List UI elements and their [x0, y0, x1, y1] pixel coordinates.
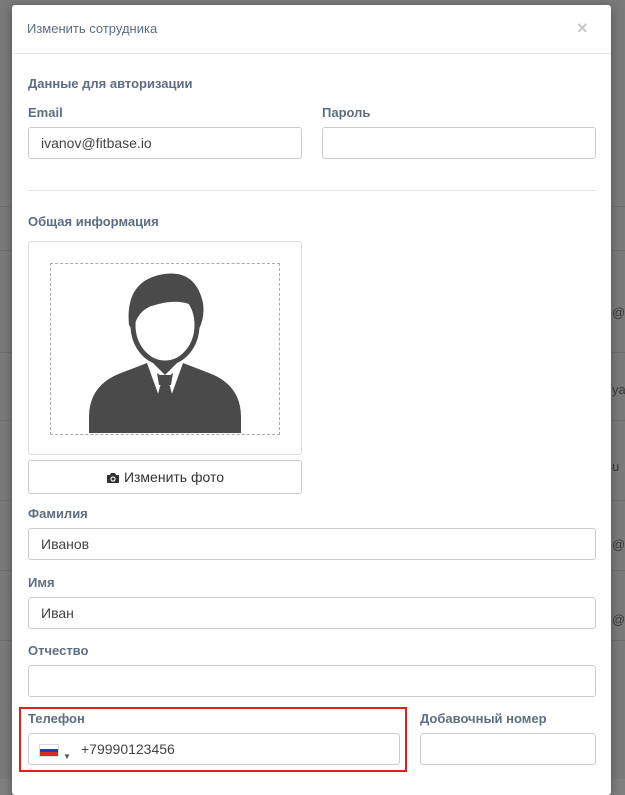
- phone-value: +79990123456: [81, 741, 175, 757]
- auth-section-title: Данные для авторизации: [28, 76, 193, 91]
- patronymic-label: Отчество: [28, 643, 89, 658]
- password-input[interactable]: [322, 127, 596, 159]
- extension-input[interactable]: [420, 733, 596, 765]
- photo-dropzone[interactable]: [50, 263, 280, 435]
- first-name-label: Имя: [28, 575, 55, 590]
- russia-flag-icon[interactable]: [39, 744, 59, 757]
- first-name-input[interactable]: Иван: [28, 597, 596, 629]
- bg-row-text: @g: [612, 537, 625, 552]
- photo-frame: [28, 241, 302, 455]
- phone-input[interactable]: ▼ +79990123456: [28, 733, 400, 765]
- phone-label: Телефон: [28, 711, 85, 726]
- password-label: Пароль: [322, 105, 371, 120]
- general-section-title: Общая информация: [28, 214, 159, 229]
- modal-header: Изменить сотрудника ×: [12, 5, 611, 54]
- close-button[interactable]: ×: [577, 18, 588, 39]
- chevron-down-icon[interactable]: ▼: [63, 742, 71, 772]
- camera-icon: [106, 473, 119, 483]
- email-label: Email: [28, 105, 63, 120]
- patronymic-input[interactable]: [28, 665, 596, 697]
- last-name-label: Фамилия: [28, 506, 88, 521]
- last-name-input[interactable]: Иванов: [28, 528, 596, 560]
- bg-row-text: ya: [612, 382, 625, 397]
- section-divider: [28, 190, 596, 191]
- change-photo-label: Изменить фото: [123, 469, 225, 485]
- extension-label: Добавочный номер: [420, 711, 547, 726]
- person-avatar-icon: [89, 273, 241, 433]
- modal-title: Изменить сотрудника: [27, 21, 158, 36]
- email-input[interactable]: ivanov@fitbase.io: [28, 127, 302, 159]
- bg-row-text: u: [612, 459, 620, 474]
- edit-employee-modal: Изменить сотрудника × Данные для авториз…: [12, 5, 611, 795]
- bg-row-text: @g: [612, 612, 625, 627]
- change-photo-button[interactable]: Изменить фото: [28, 460, 302, 494]
- bg-row-text: @: [612, 305, 625, 320]
